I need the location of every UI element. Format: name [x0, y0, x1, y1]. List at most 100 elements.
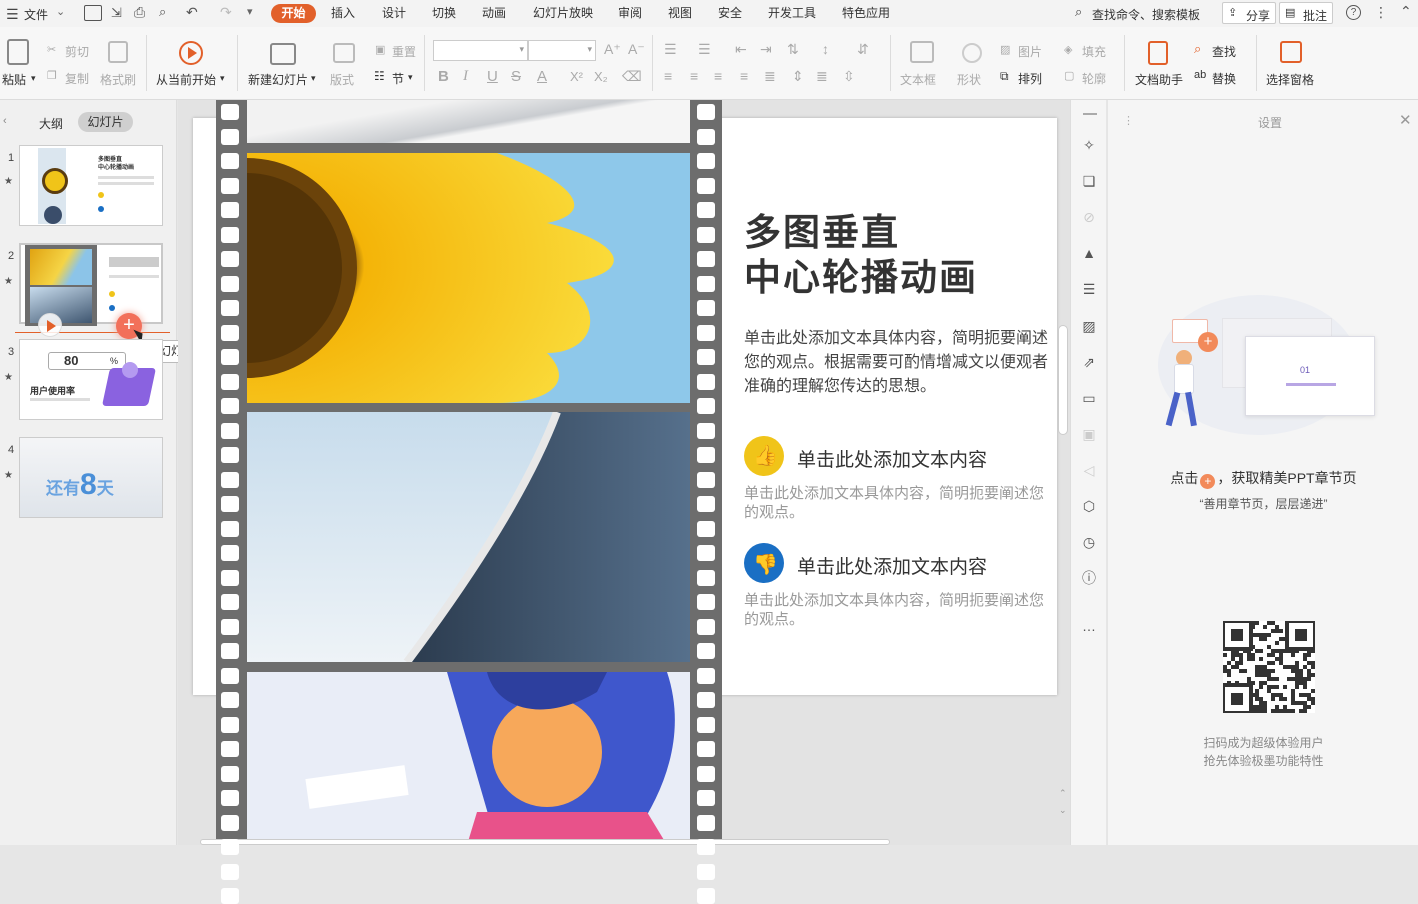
- indent-spacing-icon[interactable]: ≣: [816, 68, 828, 85]
- play-icon[interactable]: [179, 41, 203, 65]
- redo-icon[interactable]: ↷: [220, 4, 232, 21]
- align-right-icon[interactable]: ≡: [714, 68, 722, 84]
- play-from-current-button[interactable]: 从当前开始: [156, 71, 216, 88]
- section-button[interactable]: 节: [392, 70, 404, 87]
- more-options-icon[interactable]: …: [1081, 618, 1097, 634]
- justify-icon[interactable]: ≡: [740, 68, 748, 84]
- cut-button[interactable]: 剪切: [65, 43, 89, 60]
- picture-icon[interactable]: ▣: [1081, 426, 1097, 442]
- new-slide-icon[interactable]: [270, 43, 296, 65]
- adjust-icon[interactable]: ☰: [1081, 281, 1097, 297]
- strikethrough-button[interactable]: S: [511, 68, 521, 85]
- doc-helper-button[interactable]: 文档助手: [1135, 71, 1183, 88]
- text-direction-icon[interactable]: ⇅: [787, 41, 799, 58]
- paste-button[interactable]: 粘贴: [2, 71, 26, 88]
- slide-thumbnail-4[interactable]: 还有8天: [19, 437, 163, 518]
- chat-icon[interactable]: ❏: [1081, 173, 1097, 189]
- pin-icon[interactable]: ✧: [1081, 137, 1097, 153]
- slide-title[interactable]: 多图垂直 中心轮播动画: [744, 210, 978, 300]
- link-icon[interactable]: ⊘: [1081, 209, 1097, 225]
- column-spacing-icon[interactable]: ⇕: [792, 68, 804, 85]
- paste-icon[interactable]: [7, 39, 29, 65]
- file-menu[interactable]: 文件: [24, 6, 48, 23]
- item1-heading[interactable]: 单击此处添加文本内容: [797, 445, 987, 472]
- decrease-indent-icon[interactable]: ⇤: [735, 41, 747, 58]
- tab-design[interactable]: 设计: [376, 4, 412, 23]
- play-icon[interactable]: [38, 313, 62, 337]
- grow-font-icon[interactable]: A⁺: [604, 41, 621, 58]
- tab-outline[interactable]: 大纲: [39, 115, 63, 132]
- select-pane-icon[interactable]: [1280, 41, 1302, 63]
- underline-button[interactable]: U: [487, 68, 498, 85]
- chevron-down-icon[interactable]: ⌄: [56, 5, 65, 18]
- archive-icon[interactable]: ▭: [1081, 390, 1097, 406]
- undo-icon[interactable]: ↶: [186, 4, 198, 21]
- collapse-icon[interactable]: ⌃: [1400, 3, 1412, 20]
- output-icon[interactable]: ⇲: [111, 5, 122, 21]
- tab-slideshow[interactable]: 幻灯片放映: [528, 4, 598, 23]
- text-box-button[interactable]: 文本框: [900, 71, 936, 88]
- item1-body[interactable]: 单击此处添加文本具体内容，简明扼要阐述您的观点。: [744, 484, 1056, 522]
- tab-review[interactable]: 审阅: [612, 4, 648, 23]
- tab-security[interactable]: 安全: [712, 4, 748, 23]
- tab-insert[interactable]: 插入: [325, 4, 361, 23]
- outline-button[interactable]: 轮廓: [1082, 70, 1106, 87]
- tab-slides[interactable]: 幻灯片: [78, 112, 133, 132]
- tab-animation[interactable]: 动画: [476, 4, 512, 23]
- shrink-font-icon[interactable]: A⁻: [628, 41, 645, 58]
- share-out-icon[interactable]: ⇗: [1081, 354, 1097, 370]
- promo-text[interactable]: 点击 + ，获取精美PPT章节页: [1108, 468, 1418, 489]
- close-icon[interactable]: ✕: [1399, 111, 1412, 129]
- backup-icon[interactable]: ⬡: [1081, 498, 1097, 514]
- increase-indent-icon[interactable]: ⇥: [760, 41, 772, 58]
- sound-icon[interactable]: ◁: [1081, 462, 1097, 478]
- slide-thumbnail-3[interactable]: 80 % 用户使用率: [19, 339, 163, 420]
- font-color-button[interactable]: A: [537, 68, 547, 85]
- save-icon[interactable]: [84, 5, 102, 21]
- format-painter-button[interactable]: 格式刷: [100, 71, 136, 88]
- eraser-icon[interactable]: ⌫: [622, 68, 642, 85]
- superscript-button[interactable]: X²: [570, 69, 583, 84]
- help-icon[interactable]: ?: [1346, 5, 1361, 20]
- shape-style-icon[interactable]: ▲: [1081, 245, 1097, 261]
- print-icon[interactable]: ⎙: [134, 4, 145, 21]
- tab-features[interactable]: 特色应用: [836, 4, 896, 23]
- scroll-down-icon[interactable]: ⌄: [1059, 805, 1067, 816]
- align-text-icon[interactable]: ⇵: [857, 41, 869, 58]
- item2-body[interactable]: 单击此处添加文本具体内容，简明扼要阐述您的观点。: [744, 591, 1056, 629]
- customize-icon[interactable]: ▾: [247, 5, 253, 18]
- line-spacing-icon[interactable]: ↕: [822, 41, 829, 57]
- reset-button[interactable]: 重置: [392, 43, 416, 60]
- slide-thumbnail-1[interactable]: 多图垂直 中心轮播动画: [19, 145, 163, 226]
- tab-transition[interactable]: 切换: [426, 4, 462, 23]
- copy-button[interactable]: 复制: [65, 70, 89, 87]
- find-button[interactable]: 查找: [1212, 43, 1236, 60]
- tab-developer[interactable]: 开发工具: [763, 4, 821, 23]
- font-name-select[interactable]: ▾: [433, 40, 528, 61]
- collapse-left-icon[interactable]: ‹: [3, 115, 7, 127]
- align-left-icon[interactable]: ≡: [664, 68, 672, 84]
- fill-button[interactable]: 填充: [1082, 43, 1106, 60]
- arrange-button[interactable]: 排列: [1018, 70, 1042, 87]
- comment-button[interactable]: ▤ 批注: [1279, 2, 1333, 24]
- layout-button[interactable]: 版式: [330, 71, 354, 88]
- search-icon[interactable]: ⌕: [1075, 4, 1082, 20]
- tab-home[interactable]: 开始: [271, 4, 316, 23]
- bullet-list-icon[interactable]: ☰: [664, 41, 677, 58]
- drag-handle-icon[interactable]: ⋮: [1123, 114, 1134, 127]
- align-center-icon[interactable]: ≡: [690, 68, 698, 84]
- share-button[interactable]: ⇪ 分享: [1222, 2, 1276, 24]
- subscript-button[interactable]: X₂: [594, 69, 608, 84]
- italic-button[interactable]: I: [463, 68, 468, 85]
- help-circle-icon[interactable]: ⓘ: [1081, 570, 1097, 586]
- vertical-scrollbar[interactable]: [1058, 325, 1068, 435]
- picture-button[interactable]: 图片: [1018, 43, 1042, 60]
- select-pane-button[interactable]: 选择窗格: [1266, 71, 1314, 88]
- paragraph-spacing-icon[interactable]: ⇳: [843, 68, 855, 85]
- slide-thumbnail-2[interactable]: [19, 243, 163, 326]
- number-list-icon[interactable]: ☰: [698, 41, 711, 58]
- distribute-icon[interactable]: ≣: [764, 68, 776, 85]
- horizontal-scrollbar[interactable]: [200, 839, 890, 845]
- print-preview-icon[interactable]: ⌕: [159, 4, 166, 20]
- image-search-icon[interactable]: ▨: [1081, 318, 1097, 334]
